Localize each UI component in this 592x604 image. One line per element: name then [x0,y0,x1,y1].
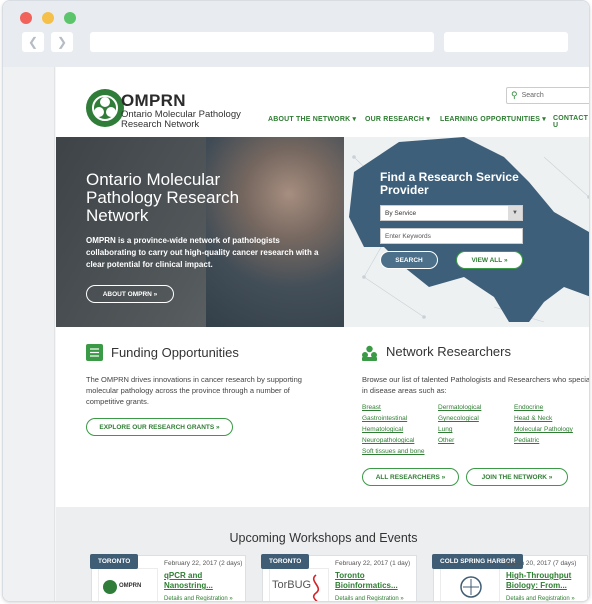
people-icon [361,344,378,361]
area-link-breast[interactable]: Breast [362,404,381,411]
area-link-endocrine[interactable]: Endocrine [514,404,543,411]
area-link-dermatological[interactable]: Dermatological [438,404,481,411]
funding-text: The OMPRN drives innovations in cancer r… [86,375,302,406]
website-page: OMPRN Ontario Molecular Pathology Resear… [56,67,589,601]
close-window-button[interactable] [20,12,32,24]
event-details-link[interactable]: Details and Registration » [335,596,404,601]
chevron-left-icon: ❮ [27,35,39,49]
location-badge: TORONTO [90,554,139,569]
workshops-section: Upcoming Workshops and Events OMPRN TORO… [56,507,589,601]
about-omprn-button[interactable]: ABOUT OMPRN » [86,285,174,303]
event-thumbnail: OMPRN [98,568,158,601]
event-card[interactable]: TorBUG TORONTO February 22, 2017 (1 day)… [261,554,417,601]
hero-left-panel: Ontario Molecular Pathology Research Net… [56,137,344,327]
page-margin [3,67,55,601]
browser-window: ❮ ❯ OMPRN Ontario Molecular Pathology Re… [2,0,590,602]
document-icon [86,344,103,361]
area-link-neuropathological[interactable]: Neuropathological [362,437,414,444]
area-link-gastrointestinal[interactable]: Gastrointestinal [362,415,407,422]
event-thumbnail: TorBUG [269,568,329,601]
site-logo-subtitle: Ontario Molecular Pathology Research Net… [121,109,241,130]
area-link-hematological[interactable]: Hematological [362,426,403,433]
find-provider-title: Find a Research Service Provider [380,170,519,197]
researchers-title: Network Researchers [386,344,511,359]
all-researchers-button[interactable]: ALL RESEARCHERS » [362,468,459,486]
nav-contact-us[interactable]: CONTACT U [553,115,589,129]
browser-search-bar[interactable] [444,32,568,52]
event-date: February 22, 2017 (1 day) [335,560,411,567]
researcher-photo [206,137,344,327]
location-badge: TORONTO [261,554,310,569]
address-bar[interactable] [90,32,434,52]
area-link-gynecological[interactable]: Gynecological [438,415,479,422]
event-thumbnail [440,568,500,601]
funding-title: Funding Opportunities [111,345,239,360]
chevron-down-icon: ▼ [508,206,522,220]
event-title-link[interactable]: High-Throughput Biology: From... [506,571,588,591]
area-link-other[interactable]: Other [438,437,454,444]
maximize-window-button[interactable] [64,12,76,24]
hero-title: Ontario Molecular Pathology Research Net… [86,170,240,225]
area-link-molecular-pathology[interactable]: Molecular Pathology [514,426,573,433]
service-select[interactable]: By Service ▼ [380,205,523,221]
researchers-text: Browse our list of talented Pathologists… [362,375,589,395]
minimize-window-button[interactable] [42,12,54,24]
omprn-logo-icon[interactable] [86,89,124,127]
site-search-input[interactable]: ⚲ Search [506,87,589,104]
event-details-link[interactable]: Details and Registration » [164,596,233,601]
back-button[interactable]: ❮ [22,32,44,52]
event-date: March 20, 2017 (7 days) [506,560,577,567]
area-link-head-neck[interactable]: Head & Neck [514,415,552,422]
event-title-link[interactable]: Toronto Bioinformatics... [335,571,417,591]
search-icon: ⚲ [511,90,518,100]
join-network-button[interactable]: JOIN THE NETWORK » [466,468,568,486]
hero-banner: Ontario Molecular Pathology Research Net… [56,137,589,327]
explore-grants-button[interactable]: EXPLORE OUR RESEARCH GRANTS » [86,418,233,436]
hero-description: OMPRN is a province-wide network of path… [86,236,319,269]
event-thumbnail-label: OMPRN [119,583,142,589]
event-card[interactable]: COLD SPRING HARBOR March 20, 2017 (7 day… [432,554,588,601]
nav-our-research[interactable]: OUR RESEARCH ▾ [365,115,430,123]
page-viewport: OMPRN Ontario Molecular Pathology Resear… [3,67,589,601]
find-provider-panel: Find a Research Service Provider By Serv… [344,137,589,327]
browser-chrome: ❮ ❯ [3,1,589,67]
keywords-input[interactable]: Enter Keywords [380,228,523,244]
workshops-title: Upcoming Workshops and Events [229,531,418,545]
event-title-link[interactable]: qPCR and Nanostring... [164,571,246,591]
nav-about-network[interactable]: ABOUT THE NETWORK ▾ [268,115,356,123]
area-link-soft-tissues[interactable]: Soft tissues and bone [362,448,425,455]
service-select-value: By Service [385,209,417,217]
chevron-right-icon: ❯ [56,35,68,49]
site-logo-title[interactable]: OMPRN [121,91,186,111]
view-all-button[interactable]: VIEW ALL » [456,251,523,269]
forward-button[interactable]: ❯ [51,32,73,52]
event-details-link[interactable]: Details and Registration » [506,596,575,601]
provider-search-button[interactable]: SEARCH [380,251,438,269]
search-placeholder: Search [521,92,544,99]
nav-learning-opportunities[interactable]: LEARNING OPPORTUNITIES ▾ [440,115,546,123]
area-link-lung[interactable]: Lung [438,426,452,433]
area-link-pediatric[interactable]: Pediatric [514,437,539,444]
event-card[interactable]: OMPRN TORONTO February 22, 2017 (2 days)… [90,554,246,601]
event-date: February 22, 2017 (2 days) [164,560,243,567]
